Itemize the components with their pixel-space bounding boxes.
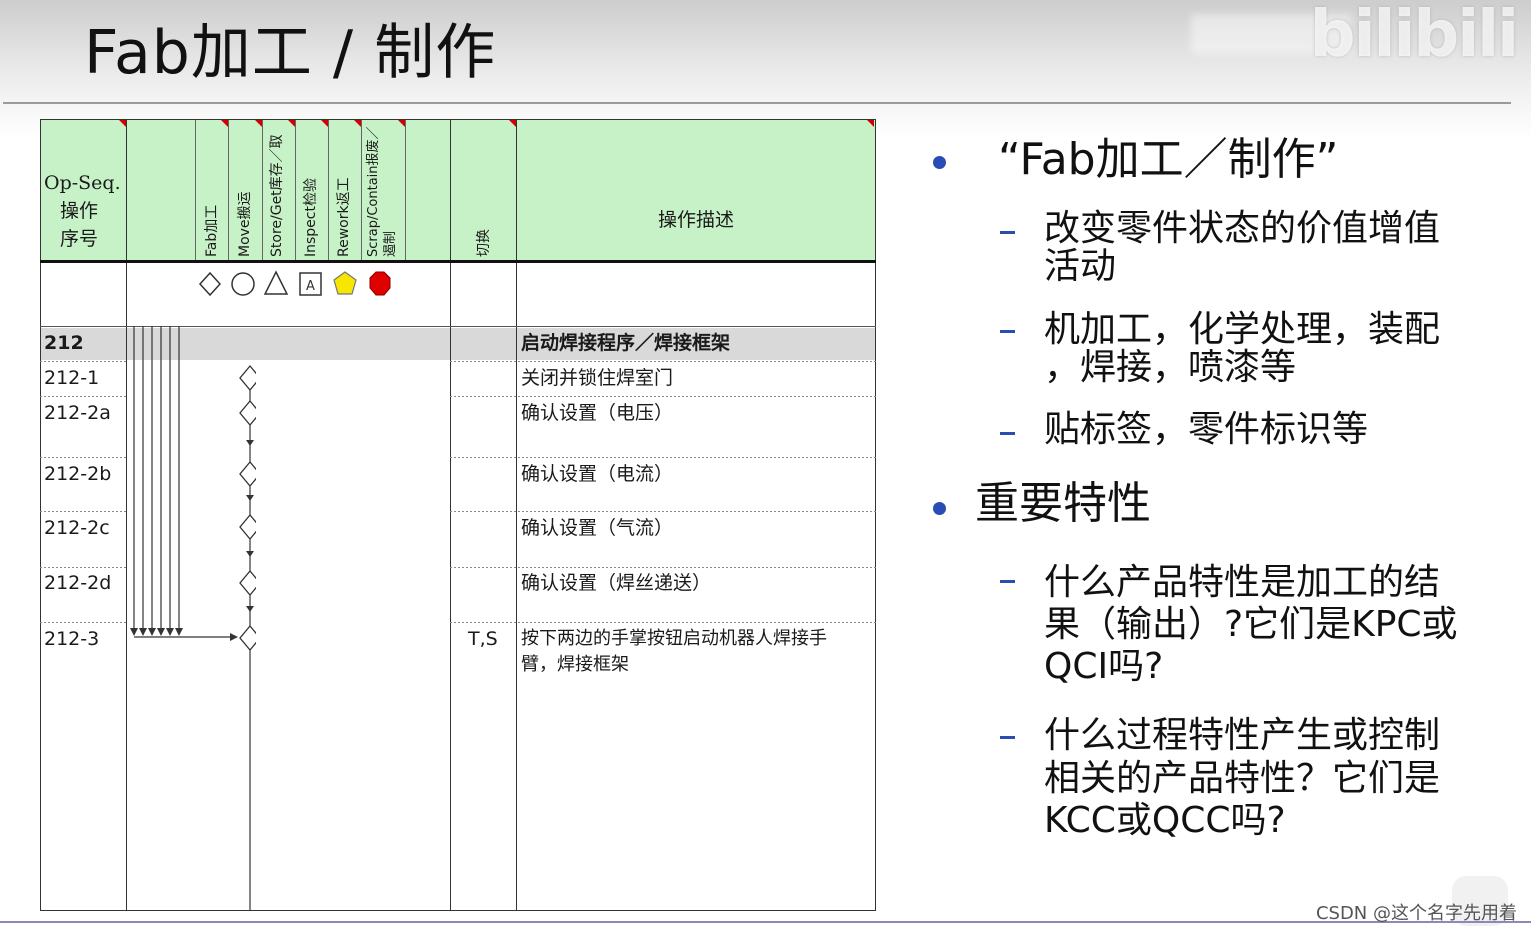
process-flow-diagram <box>130 326 256 911</box>
row-divider <box>450 361 876 362</box>
bilibili-watermark: bilibili <box>1309 0 1519 72</box>
bullet-item: 什么过程特性产生或控制 <box>1044 715 1441 756</box>
bullet-item: 果（输出）?它们是KPC或 <box>1044 604 1458 645</box>
bullet-item: 相关的产品特性？它们是 <box>1044 758 1441 799</box>
dash-icon <box>1000 231 1015 234</box>
col-header-move: Move搬运 <box>237 191 253 257</box>
col-header-rework: Rework返工 <box>336 177 352 257</box>
op-seq-header-en: Op-Seq. <box>44 172 121 194</box>
header-bottom-rule <box>40 260 876 263</box>
fab-diamond-icon <box>239 399 256 427</box>
table-row-op: 212 <box>44 332 84 354</box>
bullet-icon <box>933 156 946 169</box>
bullet-item: ，焊接，喷漆等 <box>1044 347 1297 388</box>
comment-marker <box>119 120 126 127</box>
col-header-fab: Fab加工 <box>204 204 220 257</box>
bullet-icon <box>933 502 946 515</box>
comment-marker <box>398 120 405 127</box>
col-header-switch: 切换 <box>476 229 492 257</box>
row-divider <box>40 567 126 568</box>
col-header-description: 操作描述 <box>657 209 734 231</box>
comment-marker <box>288 120 295 127</box>
table-row-desc: 臂，焊接框架 <box>521 654 629 675</box>
row-divider <box>40 622 126 623</box>
dash-icon <box>1000 736 1015 739</box>
table-row-op: 212-2b <box>44 463 112 485</box>
dash-icon <box>1000 330 1015 333</box>
octagon-icon <box>369 271 391 296</box>
dash-icon <box>1000 580 1015 583</box>
circle-icon <box>231 272 255 296</box>
bullet-item: 机加工，化学处理，装配 <box>1044 309 1441 350</box>
comment-marker <box>321 120 328 127</box>
fab-diamond-icon <box>239 364 256 392</box>
table-row-op: 212-2c <box>44 517 110 539</box>
col-header-inspect: Inspect检验 <box>303 178 319 257</box>
title-divider <box>3 102 1511 104</box>
bullet-heading: 重要特性 <box>975 478 1151 529</box>
slide: bilibili Fab加工 / 制作 Op-Seq. 操作 序号 Fab加工 … <box>0 0 1531 930</box>
table-row-desc: 确认设置（电压） <box>521 402 674 424</box>
row-divider <box>450 567 876 568</box>
csdn-credit: CSDN @这个名字先用着 <box>1315 903 1517 924</box>
bullet-item: 活动 <box>1044 246 1117 287</box>
process-flow-table: Op-Seq. 操作 序号 Fab加工 Move搬运 Store/Get库存／取… <box>40 119 876 911</box>
table-row-desc: 确认设置（气流） <box>521 517 674 539</box>
row-divider <box>40 361 126 362</box>
table-row-op: 212-2d <box>44 572 112 594</box>
comment-marker <box>255 120 262 127</box>
bullet-heading: “Fab加工／制作” <box>998 134 1339 185</box>
row-divider <box>40 511 126 512</box>
row-divider <box>450 396 876 397</box>
fab-diamond-icon <box>239 460 256 488</box>
comment-marker <box>867 120 874 127</box>
bullet-item: 改变零件状态的价值增值 <box>1044 208 1441 249</box>
comment-marker <box>221 120 228 127</box>
comment-marker <box>354 120 361 127</box>
pentagon-icon <box>333 271 357 295</box>
fab-diamond-icon <box>239 513 256 541</box>
triangle-icon <box>263 270 289 295</box>
table-row-op: 212-3 <box>44 628 100 650</box>
table-row-op: 212-2a <box>44 402 111 424</box>
row-divider <box>40 396 126 397</box>
page-title: Fab加工 / 制作 <box>84 18 497 88</box>
col-header-scrap: Scrap/Contain报废／遏制 <box>366 126 398 257</box>
row-divider <box>450 622 876 623</box>
table-row-desc: 确认设置（焊丝递送） <box>521 572 712 594</box>
bullet-item: 什么产品特性是加工的结 <box>1044 562 1441 603</box>
row-divider <box>450 457 876 458</box>
dash-icon <box>1000 432 1015 435</box>
bullet-item: 贴标签，零件标识等 <box>1044 409 1369 450</box>
table-row-desc: 关闭并锁住焊室门 <box>521 367 674 389</box>
square-a-letter: A <box>306 279 315 294</box>
bullet-item: QCI吗? <box>1044 646 1164 687</box>
table-row-desc: 按下两边的手掌按钮启动机器人焊接手 <box>521 628 827 649</box>
table-row-desc: 确认设置（电流） <box>521 463 674 485</box>
col-header-store: Store/Get库存／取 <box>269 134 285 257</box>
fab-diamond-icon <box>239 624 256 652</box>
row-divider <box>40 457 126 458</box>
footer-rule <box>0 921 1531 923</box>
table-row-desc: 启动焊接程序／焊接框架 <box>521 332 731 354</box>
op-seq-header: Op-Seq. 操作 序号 <box>44 169 126 253</box>
table-row-op: 212-1 <box>44 367 100 389</box>
comment-marker <box>509 120 516 127</box>
table-row-switch: T,S <box>468 628 498 650</box>
row-divider <box>450 511 876 512</box>
symbol-legend: A <box>198 270 391 297</box>
op-seq-header-cn1: 操作 <box>60 200 99 222</box>
diamond-icon <box>198 271 222 297</box>
square-a-icon: A <box>299 272 322 296</box>
fab-diamond-icon <box>239 569 256 597</box>
bullet-item: KCC或QCC吗? <box>1044 800 1286 841</box>
op-seq-header-cn2: 序号 <box>60 228 99 250</box>
